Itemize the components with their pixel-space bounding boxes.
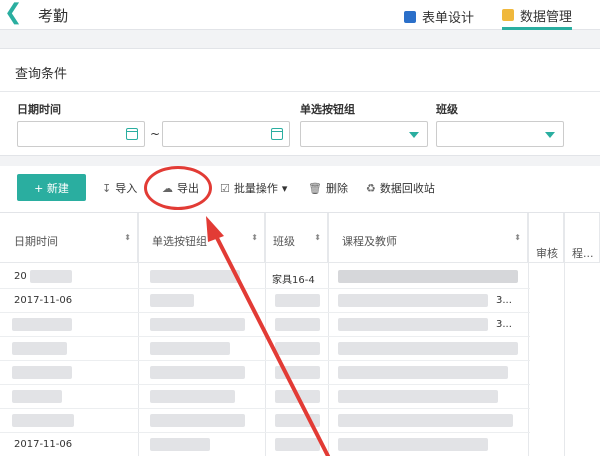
table-row[interactable] <box>0 409 530 433</box>
redacted-cell <box>150 414 245 427</box>
delete-button[interactable]: 🗑 删除 <box>308 180 348 196</box>
redacted-cell <box>12 414 74 427</box>
new-button[interactable]: + 新建 <box>17 174 86 201</box>
trash-icon: 🗑 <box>308 181 322 195</box>
recycle-bin-button[interactable]: ♻ 数据回收站 <box>366 180 435 196</box>
top-bar: ❮ 考勤 表单设计 数据管理 <box>0 0 600 30</box>
column-header-course-teacher[interactable]: 课程及教师 ⬍ <box>328 213 528 263</box>
tab-data-management[interactable]: 数据管理 <box>502 3 573 30</box>
data-table: 日期时间 ⬍ 单选按钮组 ⬍ 班级 ⬍ 课程及教师 ⬍ 审核 程... 20 家… <box>0 212 600 456</box>
radio-group-select[interactable] <box>300 121 428 147</box>
date-end-input[interactable] <box>162 121 290 147</box>
redacted-cell <box>150 438 210 451</box>
redacted-cell <box>150 342 230 355</box>
redacted-cell <box>338 342 518 355</box>
checkbox-icon: ☑ <box>220 181 230 195</box>
redacted-cell <box>12 390 62 403</box>
table-row[interactable] <box>0 337 530 361</box>
row-date: 20 <box>14 271 27 282</box>
redacted-cell <box>150 390 235 403</box>
recycle-bin-label: 数据回收站 <box>379 182 435 195</box>
chevron-down-icon[interactable] <box>409 132 419 138</box>
row-class: 家具16-4 <box>272 275 315 286</box>
class-field-label: 班级 <box>436 103 458 116</box>
redacted-cell <box>150 366 245 379</box>
form-icon <box>404 10 416 23</box>
tab-form-design-label: 表单设计 <box>422 11 475 26</box>
redacted-cell <box>275 438 320 451</box>
row-tail: 3... <box>496 319 512 330</box>
tab-data-management-label: 数据管理 <box>520 9 573 25</box>
table-row[interactable]: 2017-11-06 3... <box>0 289 530 313</box>
redacted-cell <box>338 294 488 307</box>
export-button[interactable]: ☁ 导出 <box>162 180 199 196</box>
redacted-cell <box>30 270 72 283</box>
class-select[interactable] <box>436 121 564 147</box>
caret-down-icon: ▾ <box>281 181 288 195</box>
redacted-cell <box>150 318 245 331</box>
calendar-icon[interactable] <box>271 128 283 140</box>
column-header-review[interactable]: 审核 <box>528 213 564 263</box>
query-panel: 查询条件 日期时间 单选按钮组 班级 ~ <box>0 48 600 156</box>
date-field-label: 日期时间 <box>17 103 61 116</box>
sort-icon[interactable]: ⬍ <box>124 233 131 242</box>
column-header-class[interactable]: 班级 ⬍ <box>265 213 328 263</box>
redacted-cell <box>275 342 320 355</box>
cloud-icon: ☁ <box>162 181 173 195</box>
delete-label: 删除 <box>325 182 348 195</box>
batch-operation-label: 批量操作 <box>233 182 278 195</box>
redacted-cell <box>12 342 67 355</box>
export-label: 导出 <box>177 182 199 195</box>
redacted-cell <box>338 318 488 331</box>
import-label: 导入 <box>115 182 138 195</box>
redacted-cell <box>275 294 320 307</box>
sort-icon[interactable]: ⬍ <box>314 233 321 242</box>
column-header-more[interactable]: 程... <box>564 213 600 263</box>
table-row[interactable]: 2017-11-06 <box>0 433 530 456</box>
redacted-cell <box>338 366 508 379</box>
toolbar: + 新建 ↧ 导入 ☁ 导出 ☑ 批量操作 ▾ 🗑 删除 ♻ 数据回收站 <box>0 166 600 212</box>
column-divider <box>564 213 565 456</box>
redacted-cell <box>275 390 320 403</box>
batch-operation-button[interactable]: ☑ 批量操作 ▾ <box>220 180 287 196</box>
import-icon: ↧ <box>102 181 112 195</box>
chevron-down-icon[interactable] <box>545 132 555 138</box>
recycle-icon: ♻ <box>366 181 376 195</box>
redacted-cell <box>150 270 240 283</box>
date-start-input[interactable] <box>17 121 145 147</box>
sort-icon[interactable]: ⬍ <box>514 233 521 242</box>
divider <box>0 91 600 92</box>
chevron-left-icon[interactable]: ❮ <box>4 2 26 26</box>
import-button[interactable]: ↧ 导入 <box>102 180 137 196</box>
redacted-cell <box>338 438 488 451</box>
table-row[interactable] <box>0 385 530 409</box>
redacted-cell <box>150 294 194 307</box>
column-header-radio-group[interactable]: 单选按钮组 ⬍ <box>138 213 265 263</box>
panel-title: 查询条件 <box>15 67 68 82</box>
redacted-cell <box>12 318 72 331</box>
redacted-cell <box>338 390 498 403</box>
app-title: 考勤 <box>38 7 69 25</box>
column-header-date[interactable]: 日期时间 ⬍ <box>0 213 138 263</box>
row-date: 2017-11-06 <box>14 295 73 306</box>
redacted-cell <box>338 414 513 427</box>
redacted-cell <box>275 318 320 331</box>
row-date: 2017-11-06 <box>14 439 73 450</box>
row-tail: 3... <box>496 295 512 306</box>
tab-form-design[interactable]: 表单设计 <box>404 3 474 30</box>
redacted-cell <box>275 414 320 427</box>
table-row[interactable]: 3... <box>0 313 530 337</box>
redacted-cell <box>12 366 72 379</box>
chart-icon <box>502 9 514 21</box>
radio-group-field-label: 单选按钮组 <box>300 103 355 116</box>
redacted-cell <box>275 366 320 379</box>
redacted-cell <box>338 270 518 283</box>
date-range-separator: ~ <box>150 127 161 141</box>
calendar-icon[interactable] <box>126 128 138 140</box>
sort-icon[interactable]: ⬍ <box>251 233 258 242</box>
table-row[interactable]: 20 家具16-4 <box>0 265 530 289</box>
table-row[interactable] <box>0 361 530 385</box>
